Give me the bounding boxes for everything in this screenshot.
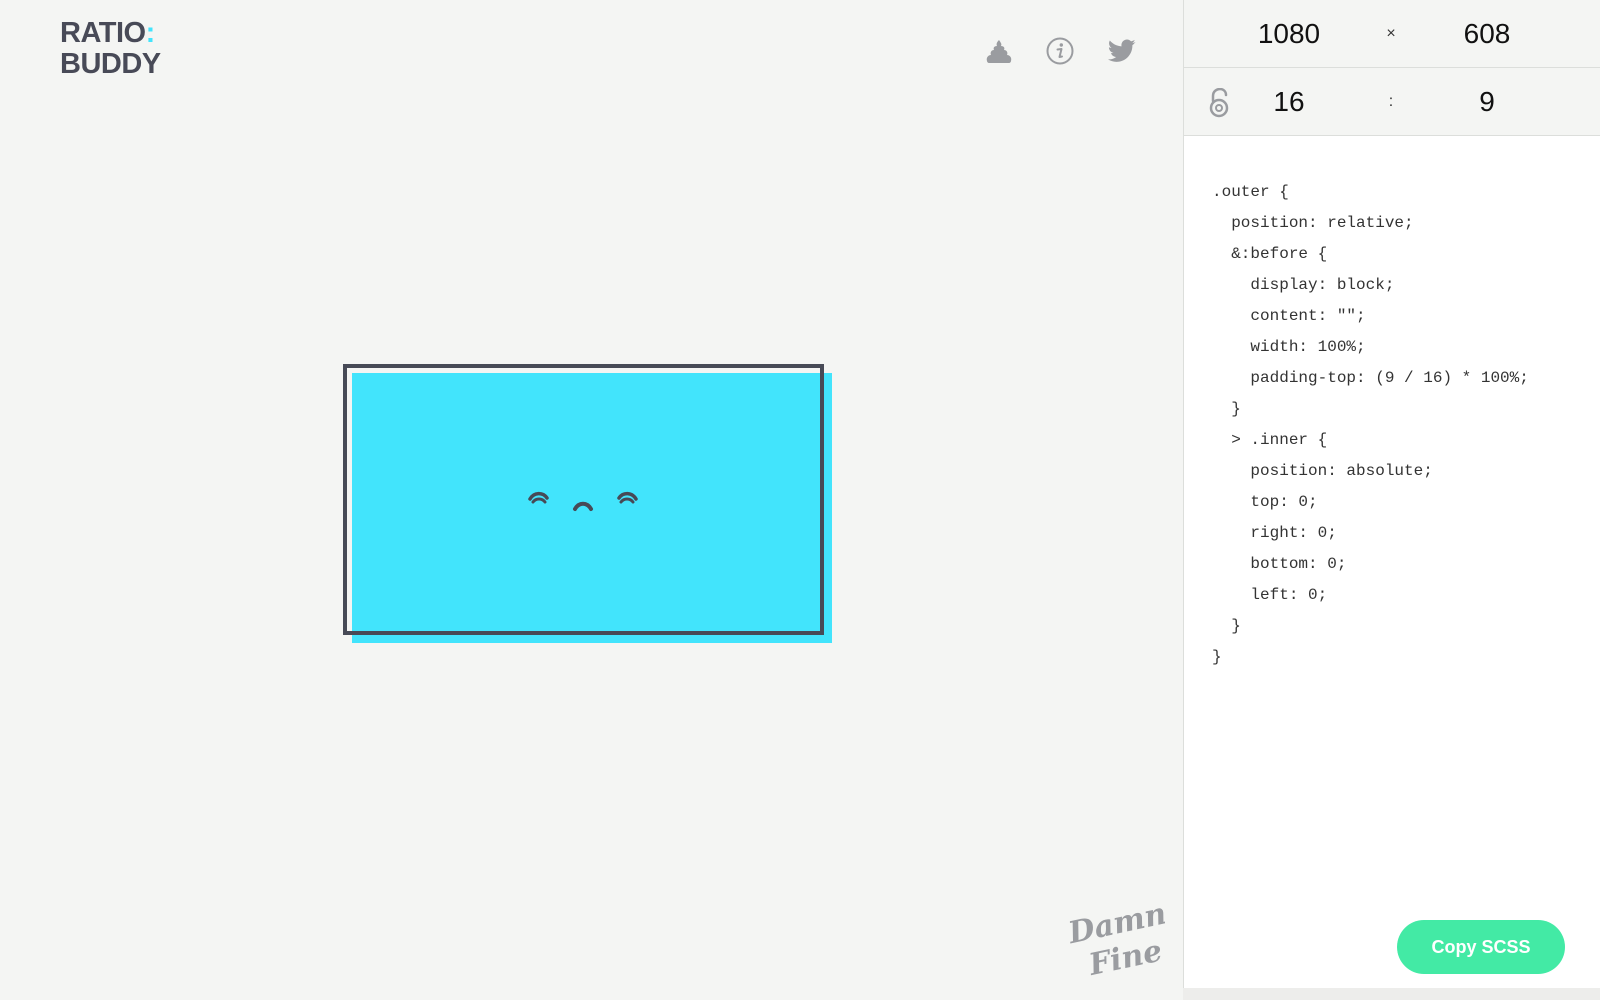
copy-scss-button[interactable]: Copy SCSS [1397, 920, 1565, 974]
code-line: } [1212, 648, 1222, 666]
ratio-preview [343, 364, 832, 643]
poop-icon[interactable] [984, 36, 1014, 66]
code-line: content: ""; [1212, 307, 1366, 325]
panel-bottom-strip [1183, 988, 1600, 1000]
ratio-width-input[interactable]: 16 [1229, 68, 1349, 136]
logo-colon: : [145, 17, 156, 49]
code-line: right: 0; [1212, 524, 1337, 542]
ratio-separator: : [1388, 93, 1394, 110]
settings-panel: 1080 × 608 16 : 9 .outer { position: rel… [1183, 0, 1600, 988]
buddy-face-icon [528, 491, 638, 511]
damn-fine-signature[interactable]: Damn Fine [1064, 896, 1169, 985]
code-line: padding-top: (9 / 16) * 100%; [1212, 369, 1529, 387]
logo-buddy: BUDDY [60, 48, 161, 80]
height-input[interactable]: 608 [1427, 0, 1547, 68]
info-icon[interactable] [1045, 36, 1075, 66]
code-line: bottom: 0; [1212, 555, 1347, 573]
logo-ratio: RATIO [60, 17, 146, 49]
code-line: display: block; [1212, 276, 1395, 294]
code-line: top: 0; [1212, 493, 1318, 511]
ratio-row: 16 : 9 [1184, 68, 1600, 136]
code-line: left: 0; [1212, 586, 1328, 604]
dimensions-row: 1080 × 608 [1184, 0, 1600, 68]
logo[interactable]: RATIO: BUDDY [60, 18, 161, 80]
code-line: width: 100%; [1212, 338, 1366, 356]
ratio-height-input[interactable]: 9 [1427, 68, 1547, 136]
dimensions-separator: × [1386, 25, 1396, 42]
code-line: position: absolute; [1212, 462, 1433, 480]
code-line: } [1212, 617, 1241, 635]
code-line: &:before { [1212, 245, 1328, 263]
preview-stage: RATIO: BUDDY Damn Fine [0, 0, 1183, 1000]
code-line: position: relative; [1212, 214, 1414, 232]
width-input[interactable]: 1080 [1229, 0, 1349, 68]
twitter-icon[interactable] [1107, 36, 1137, 66]
scss-code-block: .outer { position: relative; &:before { … [1212, 177, 1529, 673]
code-line: > .inner { [1212, 431, 1328, 449]
code-line: } [1212, 400, 1241, 418]
code-line: .outer { [1212, 183, 1289, 201]
